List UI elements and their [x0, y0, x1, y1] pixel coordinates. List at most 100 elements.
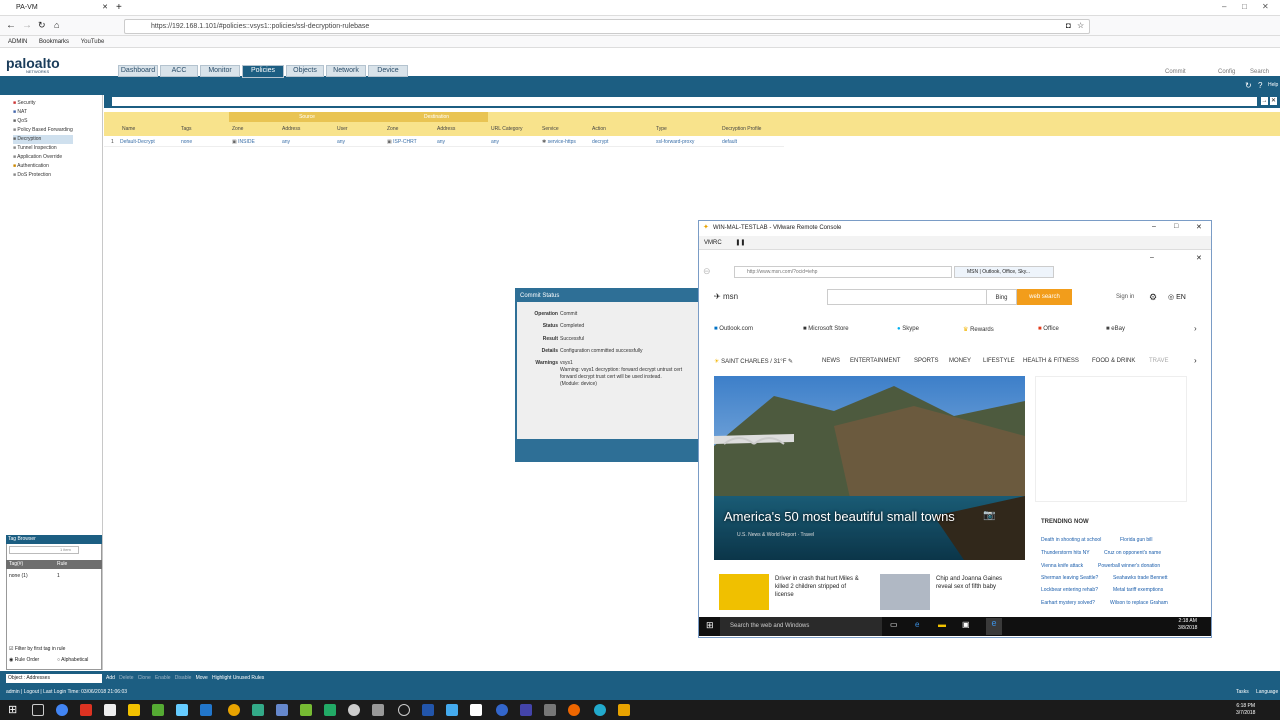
story1-title[interactable]: Driver in crash that hurt Miles & killed… — [775, 575, 863, 599]
app-icon-sky[interactable] — [446, 704, 458, 716]
tree-nat[interactable]: ■ NAT — [13, 108, 73, 117]
bookmark-folder[interactable]: Bookmarks — [39, 39, 69, 45]
maximize-icon[interactable]: □ — [1242, 2, 1247, 11]
vmrc-menu[interactable]: VMRC — [704, 240, 722, 246]
store-icon[interactable]: ▣ — [962, 620, 970, 629]
rule-order-radio[interactable]: ◉ Rule Order — [9, 657, 39, 663]
ie-back-icon[interactable]: ⊖ — [703, 266, 711, 277]
bing-label[interactable]: Bing — [987, 289, 1017, 305]
trend-3b[interactable]: Powerball winner's donation — [1098, 563, 1160, 569]
language-link[interactable]: Language — [1256, 689, 1278, 695]
host-taskview-icon[interactable] — [32, 704, 44, 716]
story1-image[interactable] — [719, 574, 769, 610]
app-icon-orange[interactable] — [228, 704, 240, 716]
quick-rewards[interactable]: ♛ Rewards — [963, 326, 994, 333]
ie-tab[interactable]: MSN | Outlook, Office, Sky... — [954, 266, 1054, 278]
tree-dos[interactable]: ■ DoS Protection — [13, 171, 73, 180]
pause-icon[interactable]: ❚❚ — [735, 240, 745, 246]
trend-6a[interactable]: Earhart mystery solved? — [1041, 600, 1095, 606]
col-decryption-profile[interactable]: Decryption Profile — [722, 126, 761, 132]
row-dst-zone[interactable]: ▣ ISP-CHRT — [387, 139, 417, 145]
ie-taskbar-icon[interactable]: e — [986, 618, 1002, 635]
app-icon-red[interactable] — [80, 704, 92, 716]
pocket-icon[interactable]: ◘ — [1066, 21, 1071, 30]
back-icon[interactable]: ← — [6, 20, 16, 31]
row-tags[interactable]: none — [181, 139, 192, 145]
cat-food[interactable]: FOOD & DRINK — [1092, 358, 1135, 364]
cat-money[interactable]: MONEY — [949, 358, 971, 364]
config-link[interactable]: Config — [1218, 69, 1235, 75]
app-icon-white[interactable] — [104, 704, 116, 716]
trend-2b[interactable]: Cruz on opponent's name — [1104, 550, 1161, 556]
row-type[interactable]: ssl-forward-proxy — [656, 139, 694, 145]
browser-tab[interactable]: PA-VM ✕ — [4, 1, 112, 15]
app-icon-darkgreen[interactable] — [324, 704, 336, 716]
help-icon[interactable]: ? — [1258, 81, 1262, 90]
trend-3a[interactable]: Vienna knife attack — [1041, 563, 1083, 569]
reload-icon[interactable]: ↻ — [38, 20, 46, 31]
add-button[interactable]: Add — [106, 675, 115, 681]
alphabetical-radio[interactable]: ○ Alphabetical — [57, 657, 88, 663]
app-icon-aqua[interactable] — [594, 704, 606, 716]
new-tab-icon[interactable]: + — [116, 1, 122, 15]
app-icon-ring[interactable] — [398, 704, 410, 716]
trend-6b[interactable]: Wilson to replace Graham — [1110, 600, 1168, 606]
task-view-icon[interactable]: ▭ — [890, 620, 898, 629]
col-service[interactable]: Service — [542, 126, 559, 132]
object-selector[interactable]: Object : Addresses — [6, 674, 102, 683]
col-user[interactable]: User — [337, 126, 348, 132]
host-start-icon[interactable]: ⊞ — [8, 703, 17, 716]
weather-location[interactable]: ☀ SAINT CHARLES / 31°F ✎ — [714, 358, 793, 365]
tree-app-override[interactable]: ■ Application Override — [13, 153, 73, 162]
cat-news[interactable]: NEWS — [822, 358, 840, 364]
vmrc-taskbar-icon[interactable] — [618, 704, 630, 716]
edge-icon[interactable]: e — [915, 620, 919, 629]
row-src-zone[interactable]: ▣ INSIDE — [232, 139, 255, 145]
tag-row-name[interactable]: none (1) — [9, 573, 28, 579]
msn-logo[interactable]: ✈ msn — [714, 292, 738, 301]
tasks-link[interactable]: Tasks — [1236, 689, 1249, 695]
tab-policies[interactable]: Policies — [242, 65, 284, 78]
trend-5a[interactable]: Lockbear entering rehab? — [1041, 587, 1098, 593]
col-name[interactable]: Name — [122, 126, 135, 132]
col-action[interactable]: Action — [592, 126, 606, 132]
app-icon-blue[interactable] — [200, 704, 212, 716]
row-dst-address[interactable]: any — [437, 139, 445, 145]
cat-travel[interactable]: TRAVE — [1149, 358, 1169, 364]
col-src-address[interactable]: Address — [282, 126, 300, 132]
quick-office[interactable]: ■ Office — [1038, 326, 1059, 332]
col-dst-zone[interactable]: Zone — [387, 126, 398, 132]
firefox-icon[interactable] — [568, 704, 580, 716]
trend-1a[interactable]: Death in shooting at school — [1041, 537, 1101, 543]
row-service[interactable]: ✱ service-https — [542, 139, 576, 145]
help-label[interactable]: Help — [1268, 82, 1278, 88]
vmrc-close-icon[interactable]: ✕ — [1196, 223, 1202, 231]
guest-search-box[interactable]: Search the web and Windows — [720, 617, 882, 636]
trend-4b[interactable]: Seahawks trade Bennett — [1113, 575, 1167, 581]
app-icon-circle[interactable] — [496, 704, 508, 716]
trend-1b[interactable]: Florida gun bill — [1120, 537, 1153, 543]
bookmark-admin[interactable]: ADMIN — [8, 39, 27, 45]
commit-link[interactable]: Commit — [1165, 69, 1186, 75]
tree-security[interactable]: ■ Security — [13, 99, 73, 108]
app-icon-indigo[interactable] — [520, 704, 532, 716]
col-type[interactable]: Type — [656, 126, 667, 132]
story2-image[interactable] — [880, 574, 930, 610]
search-link[interactable]: Search — [1250, 69, 1269, 75]
ie-address-bar[interactable]: http://www.msn.com/?ocid=iehp — [734, 266, 952, 278]
row-action[interactable]: decrypt — [592, 139, 608, 145]
tree-authentication[interactable]: ■ Authentication — [13, 162, 73, 171]
app-icon-cyan[interactable] — [176, 704, 188, 716]
language-globe[interactable]: ◎ EN — [1168, 293, 1186, 301]
vmrc-minimize-icon[interactable]: – — [1152, 223, 1156, 230]
forward-icon[interactable]: → — [22, 20, 32, 31]
filter-input[interactable] — [112, 97, 1257, 106]
ie-minimize-icon[interactable]: – — [1150, 254, 1154, 261]
quick-skype[interactable]: ● Skype — [897, 326, 919, 332]
quick-outlook[interactable]: ■ Outlook.com — [714, 326, 753, 332]
tree-pbf[interactable]: ■ Policy Based Forwarding — [13, 126, 73, 135]
tab-acc[interactable]: ACC — [160, 65, 198, 77]
story2-title[interactable]: Chip and Joanna Gaines reveal sex of fif… — [936, 575, 1016, 591]
tab-network[interactable]: Network — [326, 65, 366, 77]
col-src-zone[interactable]: Zone — [232, 126, 243, 132]
